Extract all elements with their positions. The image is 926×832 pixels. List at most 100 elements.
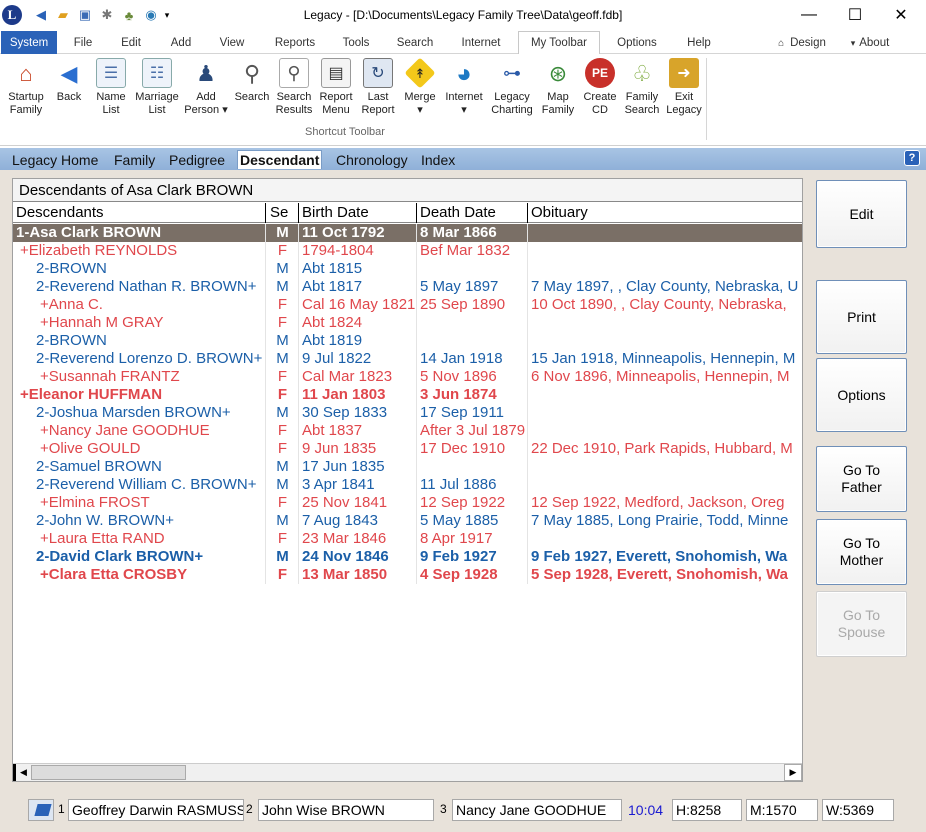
menu-tab-internet[interactable]: Internet — [452, 32, 510, 54]
cell-sex: M — [267, 350, 299, 368]
button-label: Search — [276, 91, 312, 103]
horizontal-scrollbar[interactable]: ◀ ▶ — [13, 763, 802, 781]
back-button[interactable]: ◀ Back — [50, 58, 88, 130]
cell-sex: M — [267, 332, 299, 350]
edit-button[interactable]: Edit — [816, 180, 907, 248]
scroll-left-icon[interactable]: ◀ — [13, 764, 31, 781]
table-row[interactable]: +Eleanor HUFFMAN F 11 Jan 1803 3 Jun 1874 — [13, 386, 802, 404]
book-icon[interactable] — [28, 799, 54, 821]
button-label: Person ▾ — [184, 104, 228, 116]
table-row[interactable]: +Elmina FROST F 25 Nov 1841 12 Sep 1922 12 S… — [13, 494, 802, 512]
options-button[interactable]: Options — [816, 358, 907, 432]
about-menu[interactable]: ▾ About — [842, 32, 898, 54]
table-row[interactable]: +Susannah FRANTZ F Cal Mar 1823 5 Nov 1896 6… — [13, 368, 802, 386]
legacy-charting-button[interactable]: ⊶ Legacy Charting — [488, 58, 536, 130]
cell-obit — [528, 458, 802, 476]
table-row[interactable]: 2-Samuel BROWN M 17 Jun 1835 — [13, 458, 802, 476]
table-row[interactable]: 2-BROWN M Abt 1815 — [13, 260, 802, 278]
cell-birth: 30 Sep 1833 — [299, 404, 417, 422]
table-row[interactable]: +Nancy Jane GOODHUE F Abt 1837 After 3 Jul … — [13, 422, 802, 440]
button-label: Father — [841, 479, 882, 495]
table-row[interactable]: +Elizabeth REYNOLDS F 1794-1804 Bef Mar 183… — [13, 242, 802, 260]
merge-button[interactable]: ↟ Merge ▾ — [400, 57, 440, 130]
column-header-descendants[interactable]: Descendants — [13, 203, 266, 223]
go-to-father-button[interactable]: Go To Father — [816, 446, 907, 512]
menu-tab-help[interactable]: Help — [676, 32, 722, 54]
descendant-view: Descendants of Asa Clark BROWN Descendan… — [0, 170, 926, 796]
menu-tab-my-toolbar[interactable]: My Toolbar — [518, 31, 600, 54]
scroll-right-icon[interactable]: ▶ — [784, 764, 802, 781]
table-row[interactable]: +Laura Etta RAND F 23 Mar 1846 8 Apr 1917 — [13, 530, 802, 548]
menu-tab-system[interactable]: System — [1, 31, 57, 54]
help-icon[interactable]: ? — [904, 150, 920, 166]
startup-family-button[interactable]: ⌂ Startup Family — [4, 58, 48, 130]
table-row[interactable]: 2-Joshua Marsden BROWN+ M 30 Sep 1833 17 Se… — [13, 404, 802, 422]
search-button[interactable]: ⚲ Search — [232, 58, 272, 130]
cell-sex: M — [267, 548, 299, 566]
button-label: Add — [196, 91, 216, 103]
add-person-button[interactable]: ♟ Add Person ▾ — [184, 58, 228, 130]
menu-tab-view[interactable]: View — [212, 32, 252, 54]
column-header-birth-date[interactable]: Birth Date — [299, 203, 417, 223]
table-row[interactable]: 2-Reverend William C. BROWN+ M 3 Apr 1841 1… — [13, 476, 802, 494]
tab-family[interactable]: Family — [112, 150, 157, 169]
name-list-button[interactable]: ☰ Name List — [92, 58, 130, 130]
internet-button[interactable]: ◕ Internet ▾ — [442, 58, 486, 130]
home-icon: ⌂ — [778, 37, 785, 49]
tab-index[interactable]: Index — [419, 150, 457, 169]
menu-tab-tools[interactable]: Tools — [334, 32, 378, 54]
menu-tab-edit[interactable]: Edit — [112, 32, 150, 54]
last-report-button[interactable]: ↻ Last Report — [358, 58, 398, 130]
status-person-2[interactable]: John Wise BROWN — [258, 799, 434, 821]
table-row[interactable]: 1-Asa Clark BROWN M 11 Oct 1792 8 Mar 1866 — [13, 224, 802, 242]
scroll-thumb[interactable] — [31, 765, 186, 780]
table-row[interactable]: 2-Reverend Lorenzo D. BROWN+ M 9 Jul 1822 1… — [13, 350, 802, 368]
tab-legacy-home[interactable]: Legacy Home — [10, 150, 100, 169]
tab-chronology[interactable]: Chronology — [334, 150, 410, 169]
menu-tab-options[interactable]: Options — [608, 32, 666, 54]
table-row[interactable]: +Olive GOULD F 9 Jun 1835 17 Dec 1910 22 Dec… — [13, 440, 802, 458]
cell-name: +Hannah M GRAY — [13, 314, 266, 332]
go-to-spouse-button[interactable]: Go To Spouse — [816, 591, 907, 657]
status-person-1[interactable]: Geoffrey Darwin RASMUSSEN — [68, 799, 244, 821]
menu-tab-search[interactable]: Search — [390, 32, 440, 54]
search-results-button[interactable]: ⚲ Search Results — [274, 58, 314, 130]
cell-obit — [528, 224, 802, 242]
table-row[interactable]: +Clara Etta CROSBY F 13 Mar 1850 4 Sep 1928… — [13, 566, 802, 584]
menu-tab-add[interactable]: Add — [162, 32, 200, 54]
cd-icon: PE — [585, 58, 615, 88]
table-row[interactable]: +Anna C. F Cal 16 May 1821 25 Sep 1890 10 Oc… — [13, 296, 802, 314]
slot-number: 2 — [246, 802, 253, 816]
report-menu-button[interactable]: ▤ Report Menu — [316, 58, 356, 130]
table-row[interactable]: 2-John W. BROWN+ M 7 Aug 1843 5 May 1885 7 M… — [13, 512, 802, 530]
table-row[interactable]: +Hannah M GRAY F Abt 1824 — [13, 314, 802, 332]
menu-tab-reports[interactable]: Reports — [268, 32, 322, 54]
map-icon: ⊛ — [548, 60, 568, 86]
title-bar: L ◀ ▰ ▣ ✱ ♣ ◉ ▾ Legacy - [D:\Documents\L… — [0, 0, 926, 30]
column-header-death-date[interactable]: Death Date — [417, 203, 528, 223]
menu-tab-file[interactable]: File — [64, 32, 102, 54]
family-search-button[interactable]: ♧ Family Search — [622, 58, 662, 130]
minimize-button[interactable]: — — [786, 0, 832, 30]
cell-obit — [528, 386, 802, 404]
tab-descendant[interactable]: Descendant — [237, 150, 323, 169]
maximize-button[interactable]: ☐ — [832, 0, 878, 30]
column-header-obituary[interactable]: Obituary — [528, 203, 802, 223]
exit-legacy-button[interactable]: ➜ Exit Legacy — [664, 58, 704, 130]
marriage-list-button[interactable]: ☷ Marriage List — [132, 58, 182, 130]
cell-sex: F — [267, 314, 299, 332]
merge-sign-icon: ↟ — [404, 57, 436, 89]
status-person-3[interactable]: Nancy Jane GOODHUE — [452, 799, 622, 821]
close-button[interactable]: ✕ — [878, 0, 924, 30]
status-time: 10:04 — [628, 802, 664, 818]
table-row[interactable]: 2-Reverend Nathan R. BROWN+ M Abt 1817 5 Ma… — [13, 278, 802, 296]
table-row[interactable]: 2-David Clark BROWN+ M 24 Nov 1846 9 Feb 19… — [13, 548, 802, 566]
print-button[interactable]: Print — [816, 280, 907, 354]
go-to-mother-button[interactable]: Go To Mother — [816, 519, 907, 585]
table-row[interactable]: 2-BROWN M Abt 1819 — [13, 332, 802, 350]
map-family-button[interactable]: ⊛ Map Family — [538, 58, 578, 130]
create-cd-button[interactable]: PE Create CD — [580, 58, 620, 130]
design-menu[interactable]: ⌂ Design — [770, 32, 834, 54]
column-header-sex[interactable]: Se — [267, 203, 299, 223]
tab-pedigree[interactable]: Pedigree — [167, 150, 227, 169]
